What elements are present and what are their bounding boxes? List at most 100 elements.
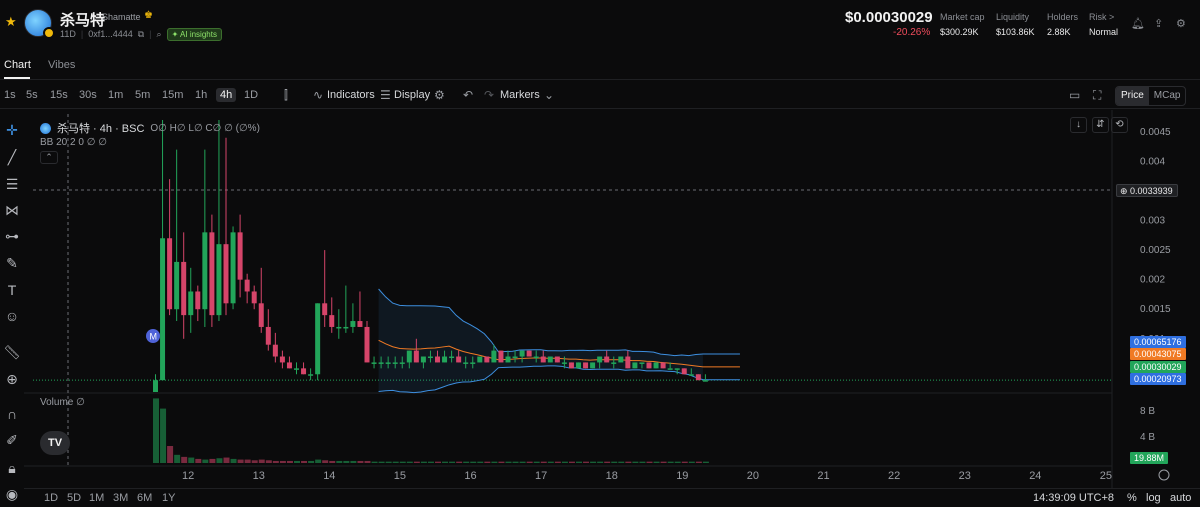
volume-bar <box>597 461 604 463</box>
volume-bar <box>371 461 378 463</box>
volume-bar <box>315 459 322 463</box>
candle <box>519 350 525 357</box>
candle <box>667 368 673 370</box>
volume-bar <box>639 461 646 463</box>
candle <box>646 362 652 369</box>
crosshair-price-tag: ⊕ 0.0033939 <box>1116 184 1178 197</box>
time-tick-label: 19 <box>676 470 688 482</box>
range-1d[interactable]: 1D <box>44 492 58 504</box>
price-tick-label: 0.0015 <box>1140 304 1171 315</box>
clock-timezone[interactable]: 14:39:09 UTC+8 <box>1033 492 1114 504</box>
candle <box>230 232 236 304</box>
scroll-down-icon[interactable]: ↓ <box>1070 117 1087 133</box>
volume-bar <box>512 461 519 463</box>
range-6m[interactable]: 6M <box>137 492 152 504</box>
volume-bar <box>153 398 159 463</box>
volume-bar <box>435 461 441 463</box>
volume-tag: 19.88M <box>1130 452 1169 464</box>
bollinger-legend[interactable]: BB 20 2 0 ∅ ∅ <box>40 137 107 148</box>
candle <box>491 350 497 363</box>
price-tick-label: 0.002 <box>1140 275 1165 286</box>
volume-bar <box>209 458 216 463</box>
volume-bar <box>470 461 477 463</box>
candle <box>294 368 299 370</box>
volume-tick-label: 4 B <box>1140 432 1155 443</box>
candle <box>505 356 511 363</box>
volume-bar <box>442 461 449 463</box>
candle <box>265 326 271 345</box>
candle <box>653 362 659 369</box>
candle <box>237 232 243 280</box>
time-tick-label: 24 <box>1029 470 1041 482</box>
candle <box>526 350 532 357</box>
bottom-bar: 1D 5D 1M 3M 6M 1Y 14:39:09 UTC+8 % log a… <box>24 488 1200 507</box>
candle <box>618 356 624 363</box>
time-tick-label: 16 <box>464 470 476 482</box>
candle <box>385 362 391 364</box>
collapse-pane-icon[interactable]: ⇵ <box>1092 117 1109 133</box>
candle <box>343 326 349 329</box>
legend-title: 杀马特 · 4h · BSC <box>57 123 145 135</box>
tradingview-logo[interactable]: TV <box>40 431 70 455</box>
volume-bar <box>427 461 434 463</box>
volume-bar <box>660 461 667 463</box>
token-mini-icon <box>40 122 51 134</box>
chart-legend: 杀马特 · 4h · BSC O∅ H∅ L∅ C∅ ∅ (∅%) <box>40 120 260 136</box>
volume-bar <box>308 460 315 463</box>
collapse-legend-icon[interactable]: ⌃ <box>40 151 58 164</box>
time-tick-label: 23 <box>959 470 971 482</box>
candle <box>632 362 638 369</box>
volume-bar <box>695 461 702 463</box>
volume-bar <box>160 408 167 463</box>
volume-bar <box>343 460 350 463</box>
candle <box>364 326 370 363</box>
time-tick-label: 14 <box>323 470 335 482</box>
candle <box>484 356 490 363</box>
price-tick-label: 0.0045 <box>1140 127 1171 138</box>
volume-legend[interactable]: Volume ∅ <box>40 397 85 408</box>
volume-bar <box>674 461 681 463</box>
candle <box>378 362 384 364</box>
candle <box>568 362 574 369</box>
volume-bar <box>350 460 357 463</box>
volume-bar <box>491 461 498 463</box>
volume-bar <box>174 454 181 463</box>
candle <box>357 321 363 327</box>
reset-icon[interactable]: ⟲ <box>1111 117 1128 133</box>
range-5d[interactable]: 5D <box>67 492 81 504</box>
candle <box>463 362 469 364</box>
legend-ohlc: O∅ H∅ L∅ C∅ ∅ (∅%) <box>150 122 260 134</box>
volume-bar <box>272 460 279 463</box>
candle <box>216 244 222 316</box>
volume-bar <box>681 461 688 463</box>
percent-toggle[interactable]: % <box>1127 492 1137 504</box>
volume-bar <box>322 460 329 463</box>
candle <box>315 303 321 375</box>
candle <box>392 362 398 364</box>
time-tick-label: 21 <box>817 470 829 482</box>
candle <box>413 350 419 363</box>
volume-bar <box>364 460 371 463</box>
candle <box>540 356 546 363</box>
volume-bar <box>618 461 625 463</box>
candle <box>371 362 377 364</box>
volume-bar <box>378 461 385 463</box>
volume-bar <box>547 461 554 463</box>
candle <box>308 374 314 376</box>
auto-toggle[interactable]: auto <box>1170 492 1191 504</box>
log-toggle[interactable]: log <box>1146 492 1161 504</box>
candle <box>286 362 292 369</box>
volume-bar <box>632 461 639 463</box>
volume-bar <box>449 461 456 463</box>
price-chart[interactable]: M 0.00450.0040.00350.0030.00250.0020.001… <box>0 0 1200 507</box>
volume-bar <box>533 461 540 463</box>
volume-bar <box>611 461 618 463</box>
range-3m[interactable]: 3M <box>113 492 128 504</box>
range-1m[interactable]: 1M <box>89 492 104 504</box>
range-1y[interactable]: 1Y <box>162 492 175 504</box>
volume-bar <box>251 460 258 463</box>
volume-bar <box>540 461 547 463</box>
volume-bar <box>526 461 533 463</box>
candle <box>576 362 581 369</box>
candle <box>420 356 426 363</box>
